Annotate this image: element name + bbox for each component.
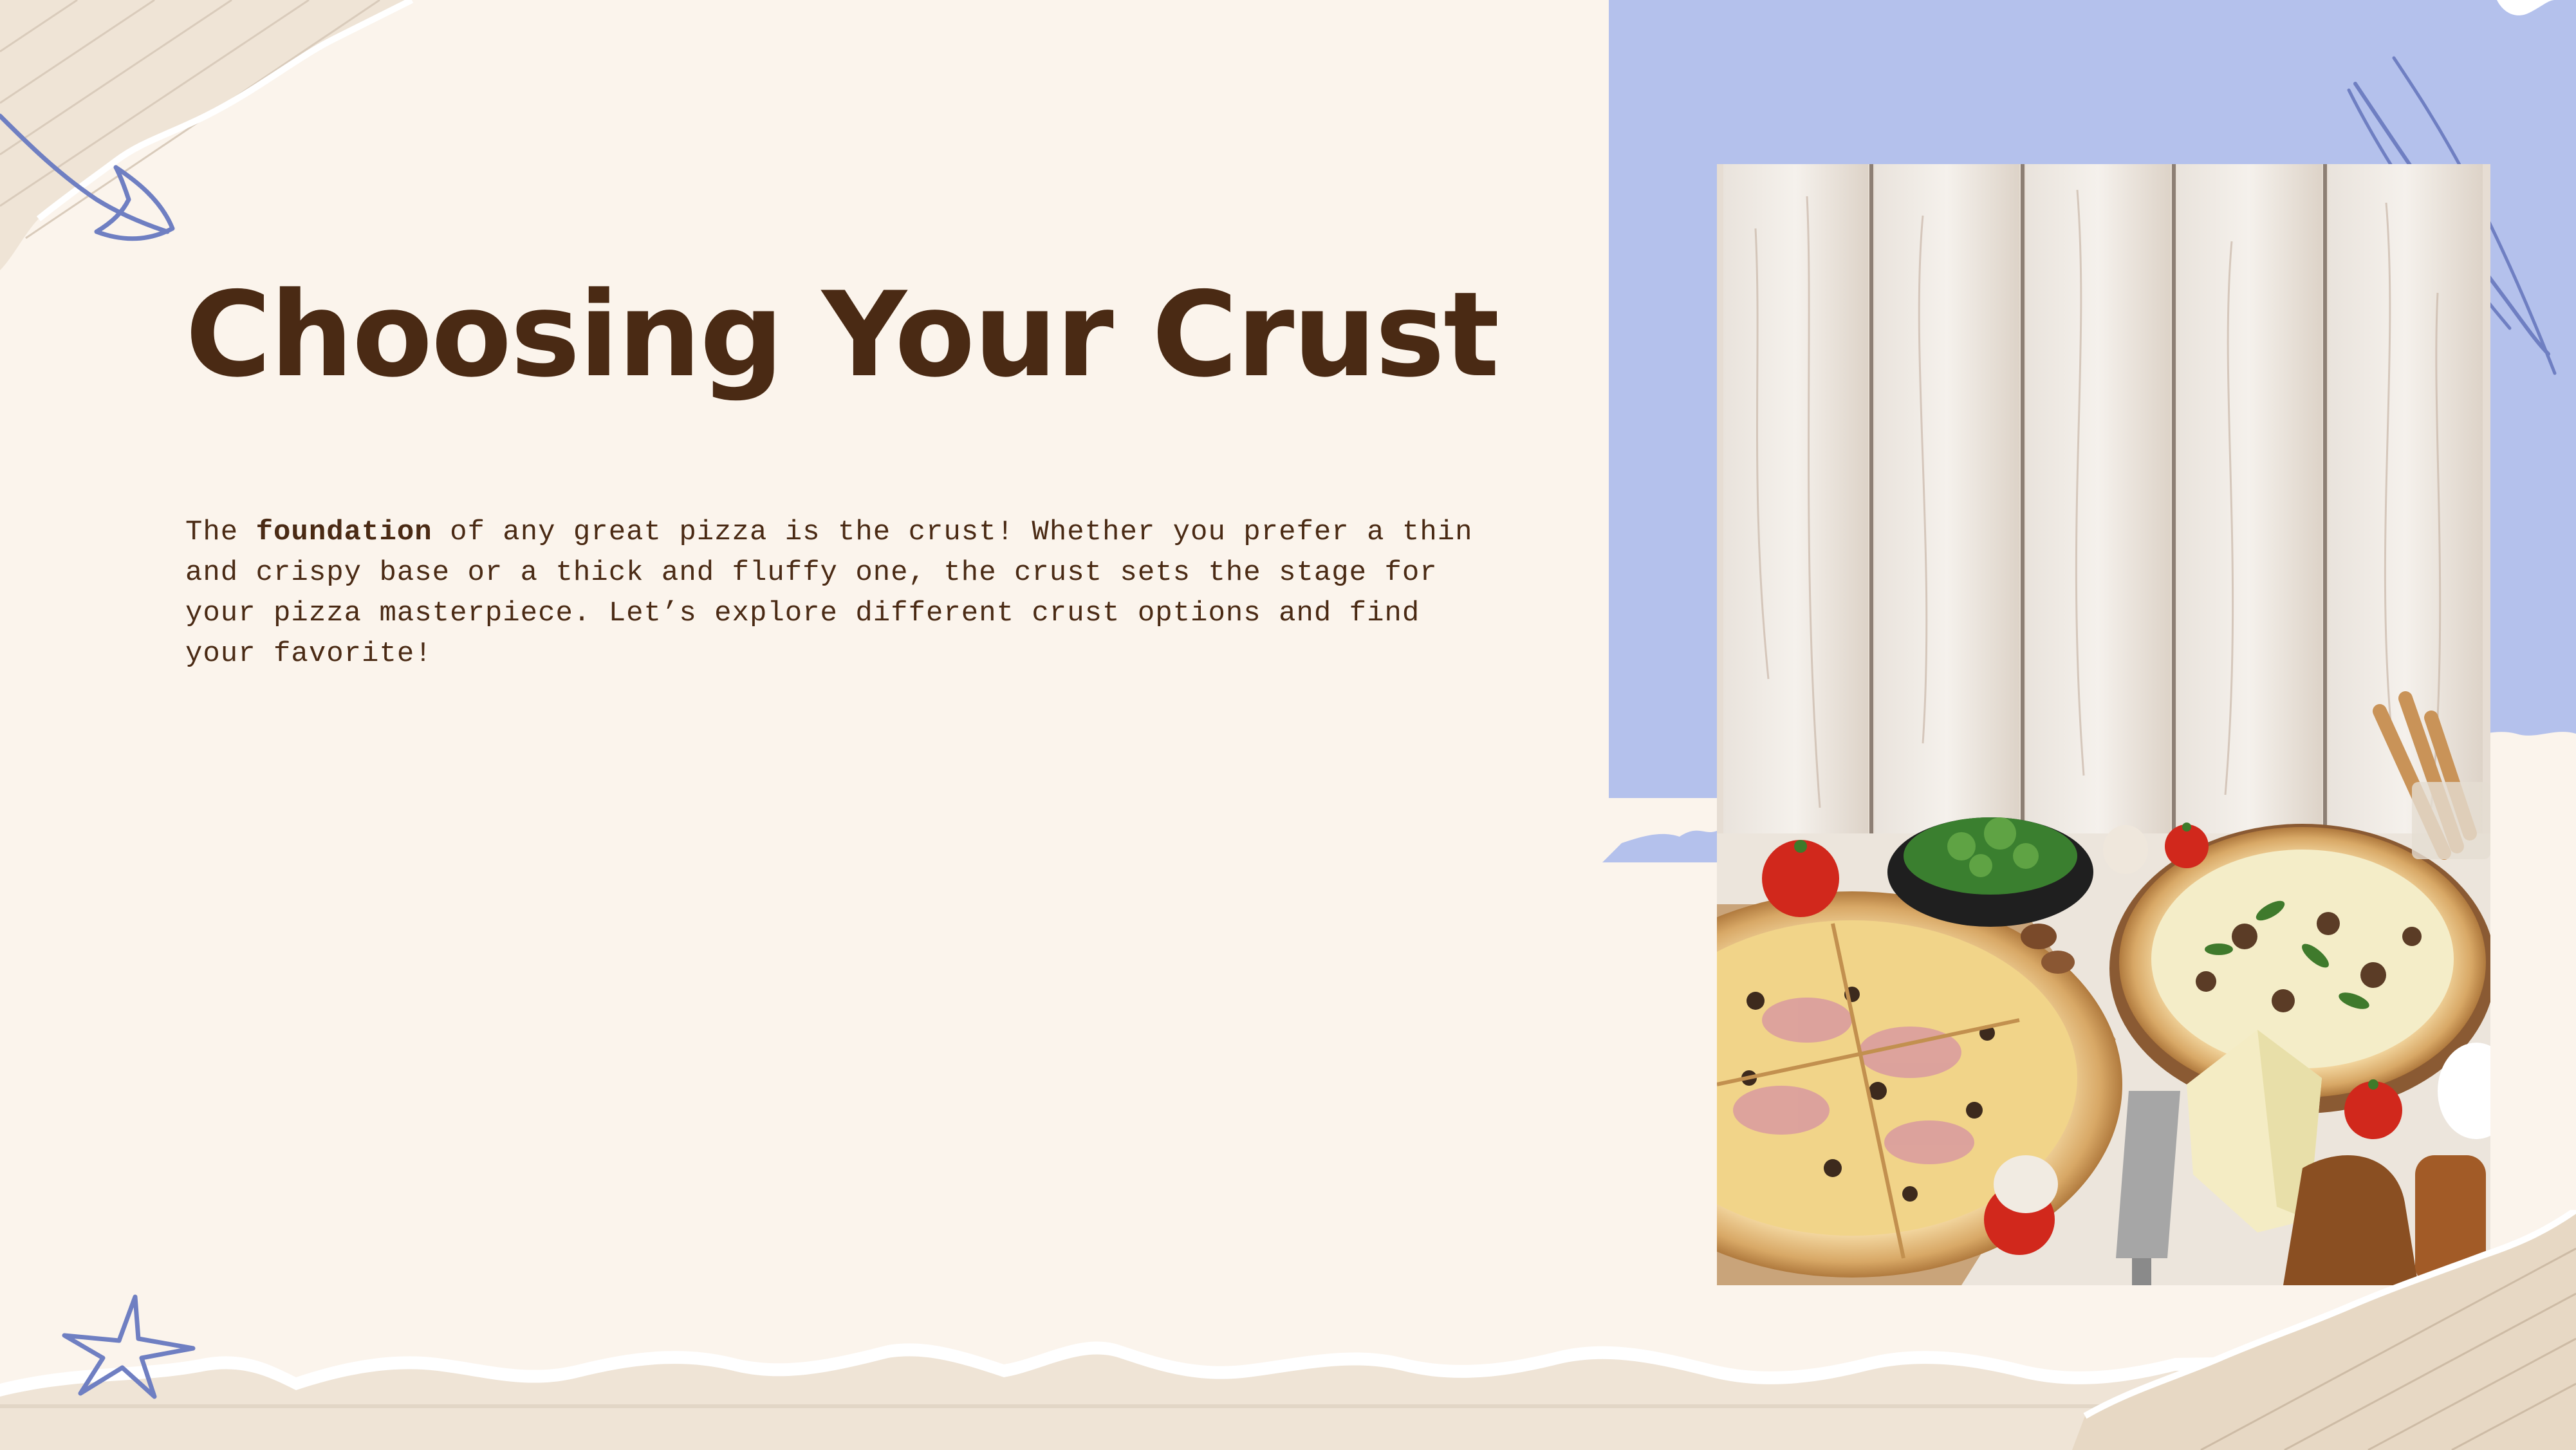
body-text-before: The (185, 516, 256, 548)
arrow-doodle-icon (0, 113, 175, 241)
slide: Choosing Your Crust The foundation of an… (0, 0, 2576, 1450)
torn-paper-bottom-right (2072, 1210, 2576, 1450)
body-emphasis: foundation (255, 516, 432, 548)
slide-body: The foundation of any great pizza is the… (185, 512, 1485, 674)
slide-title: Choosing Your Crust (185, 266, 1499, 403)
pizza-photo (1717, 164, 2490, 1285)
star-doodle-icon (62, 1294, 196, 1399)
